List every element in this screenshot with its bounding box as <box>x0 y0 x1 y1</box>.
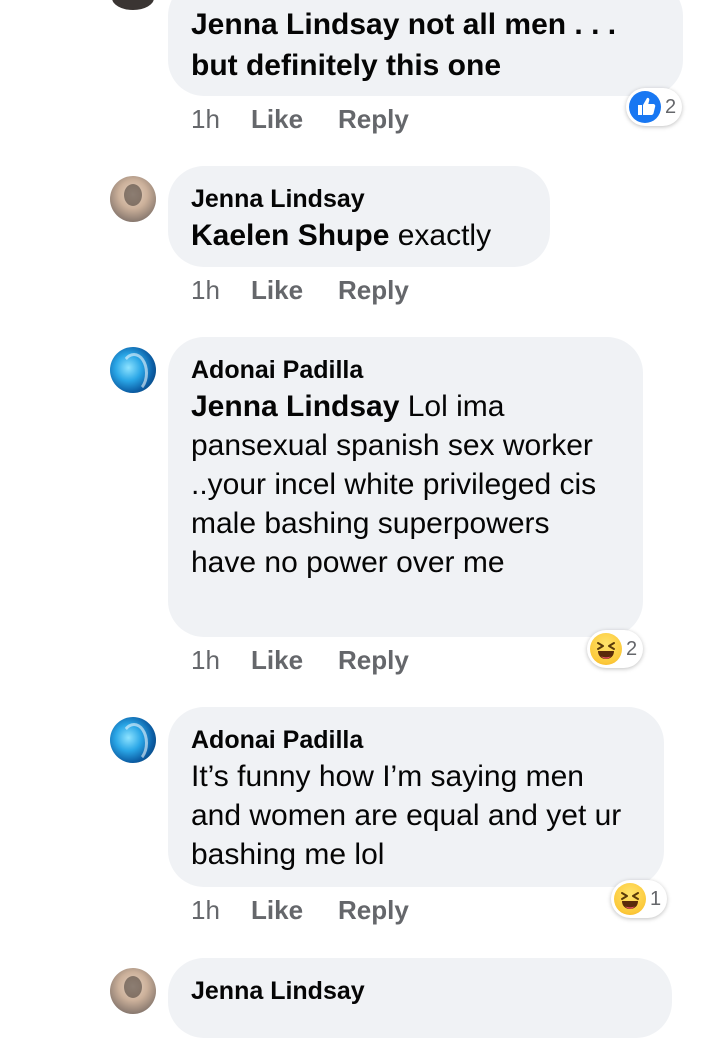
comment-actions: 1h Like Reply <box>191 273 409 307</box>
comment-author[interactable]: Adonai Padilla <box>191 723 641 757</box>
haha-reaction-icon <box>590 633 622 665</box>
haha-reaction-icon <box>614 883 646 915</box>
reaction-badge[interactable]: 2 <box>626 88 683 126</box>
like-button[interactable]: Like <box>251 102 338 136</box>
comment-actions: 1h Like Reply <box>191 643 409 677</box>
avatar[interactable] <box>110 968 156 1014</box>
mention-link[interactable]: Jenna Lindsay <box>191 8 399 41</box>
avatar[interactable] <box>110 347 156 393</box>
avatar[interactable] <box>110 176 156 222</box>
reply-button[interactable]: Reply <box>338 273 409 307</box>
mention-link[interactable]: Jenna Lindsay <box>191 390 399 423</box>
comment-bubble: Adonai Padilla It’s funny how I’m saying… <box>168 707 664 887</box>
comment-timestamp[interactable]: 1h <box>191 643 251 677</box>
reaction-count: 2 <box>665 95 677 118</box>
comment-text: Jenna Lindsay not all men . . . but defi… <box>191 4 660 86</box>
comment-bubble: Adonai Padilla Jenna Lindsay Lol ima pan… <box>168 337 643 637</box>
comment-actions: 1h Like Reply <box>191 102 409 136</box>
comment-author[interactable]: Adonai Padilla <box>191 353 620 387</box>
reaction-badge[interactable]: 1 <box>611 880 668 918</box>
reply-button[interactable]: Reply <box>338 893 409 927</box>
reply-button[interactable]: Reply <box>338 102 409 136</box>
comment-text: Kaelen Shupe exactly <box>191 216 527 255</box>
reaction-badge[interactable]: 2 <box>587 630 644 668</box>
comment-text-body: exactly <box>389 219 492 252</box>
comment-actions: 1h Like Reply <box>191 893 409 927</box>
comment-text: It’s funny how I’m saying men and women … <box>191 757 641 874</box>
reaction-count: 2 <box>626 637 638 660</box>
avatar[interactable] <box>110 717 156 763</box>
like-button[interactable]: Like <box>251 643 338 677</box>
comment-timestamp[interactable]: 1h <box>191 273 251 307</box>
like-button[interactable]: Like <box>251 893 338 927</box>
comment-bubble: Jenna Lindsay <box>168 958 672 1038</box>
like-button[interactable]: Like <box>251 273 338 307</box>
comment-text-body: It’s funny how I’m saying men and women … <box>191 760 622 871</box>
reply-button[interactable]: Reply <box>338 643 409 677</box>
comment-text: Jenna Lindsay Lol ima pansexual spanish … <box>191 387 620 582</box>
comment-author[interactable]: Jenna Lindsay <box>191 974 649 1008</box>
comment-bubble: Jenna Lindsay not all men . . . but defi… <box>168 0 683 96</box>
comment-timestamp[interactable]: 1h <box>191 102 251 136</box>
mention-link[interactable]: Kaelen Shupe <box>191 219 389 252</box>
avatar[interactable] <box>112 0 154 10</box>
reaction-count: 1 <box>650 887 662 910</box>
like-reaction-icon <box>629 91 661 123</box>
comment-author[interactable]: Jenna Lindsay <box>191 182 527 216</box>
comment-bubble: Jenna Lindsay Kaelen Shupe exactly <box>168 166 550 267</box>
comment-timestamp[interactable]: 1h <box>191 893 251 927</box>
